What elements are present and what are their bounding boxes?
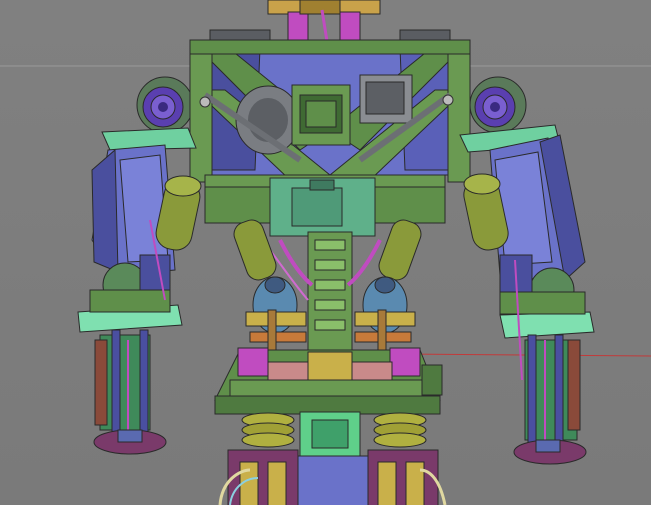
left-arm (77, 127, 202, 455)
hip-springs (241, 411, 427, 457)
leg-assembly (218, 449, 447, 505)
left-shoulder-joint (136, 76, 194, 134)
pelvis-platform (214, 347, 443, 415)
right-shoulder-joint (469, 76, 527, 134)
robot-model-render[interactable] (0, 0, 651, 505)
right-arm (459, 124, 595, 465)
3d-viewport[interactable] (0, 0, 651, 505)
center-sensor-box (291, 84, 351, 146)
